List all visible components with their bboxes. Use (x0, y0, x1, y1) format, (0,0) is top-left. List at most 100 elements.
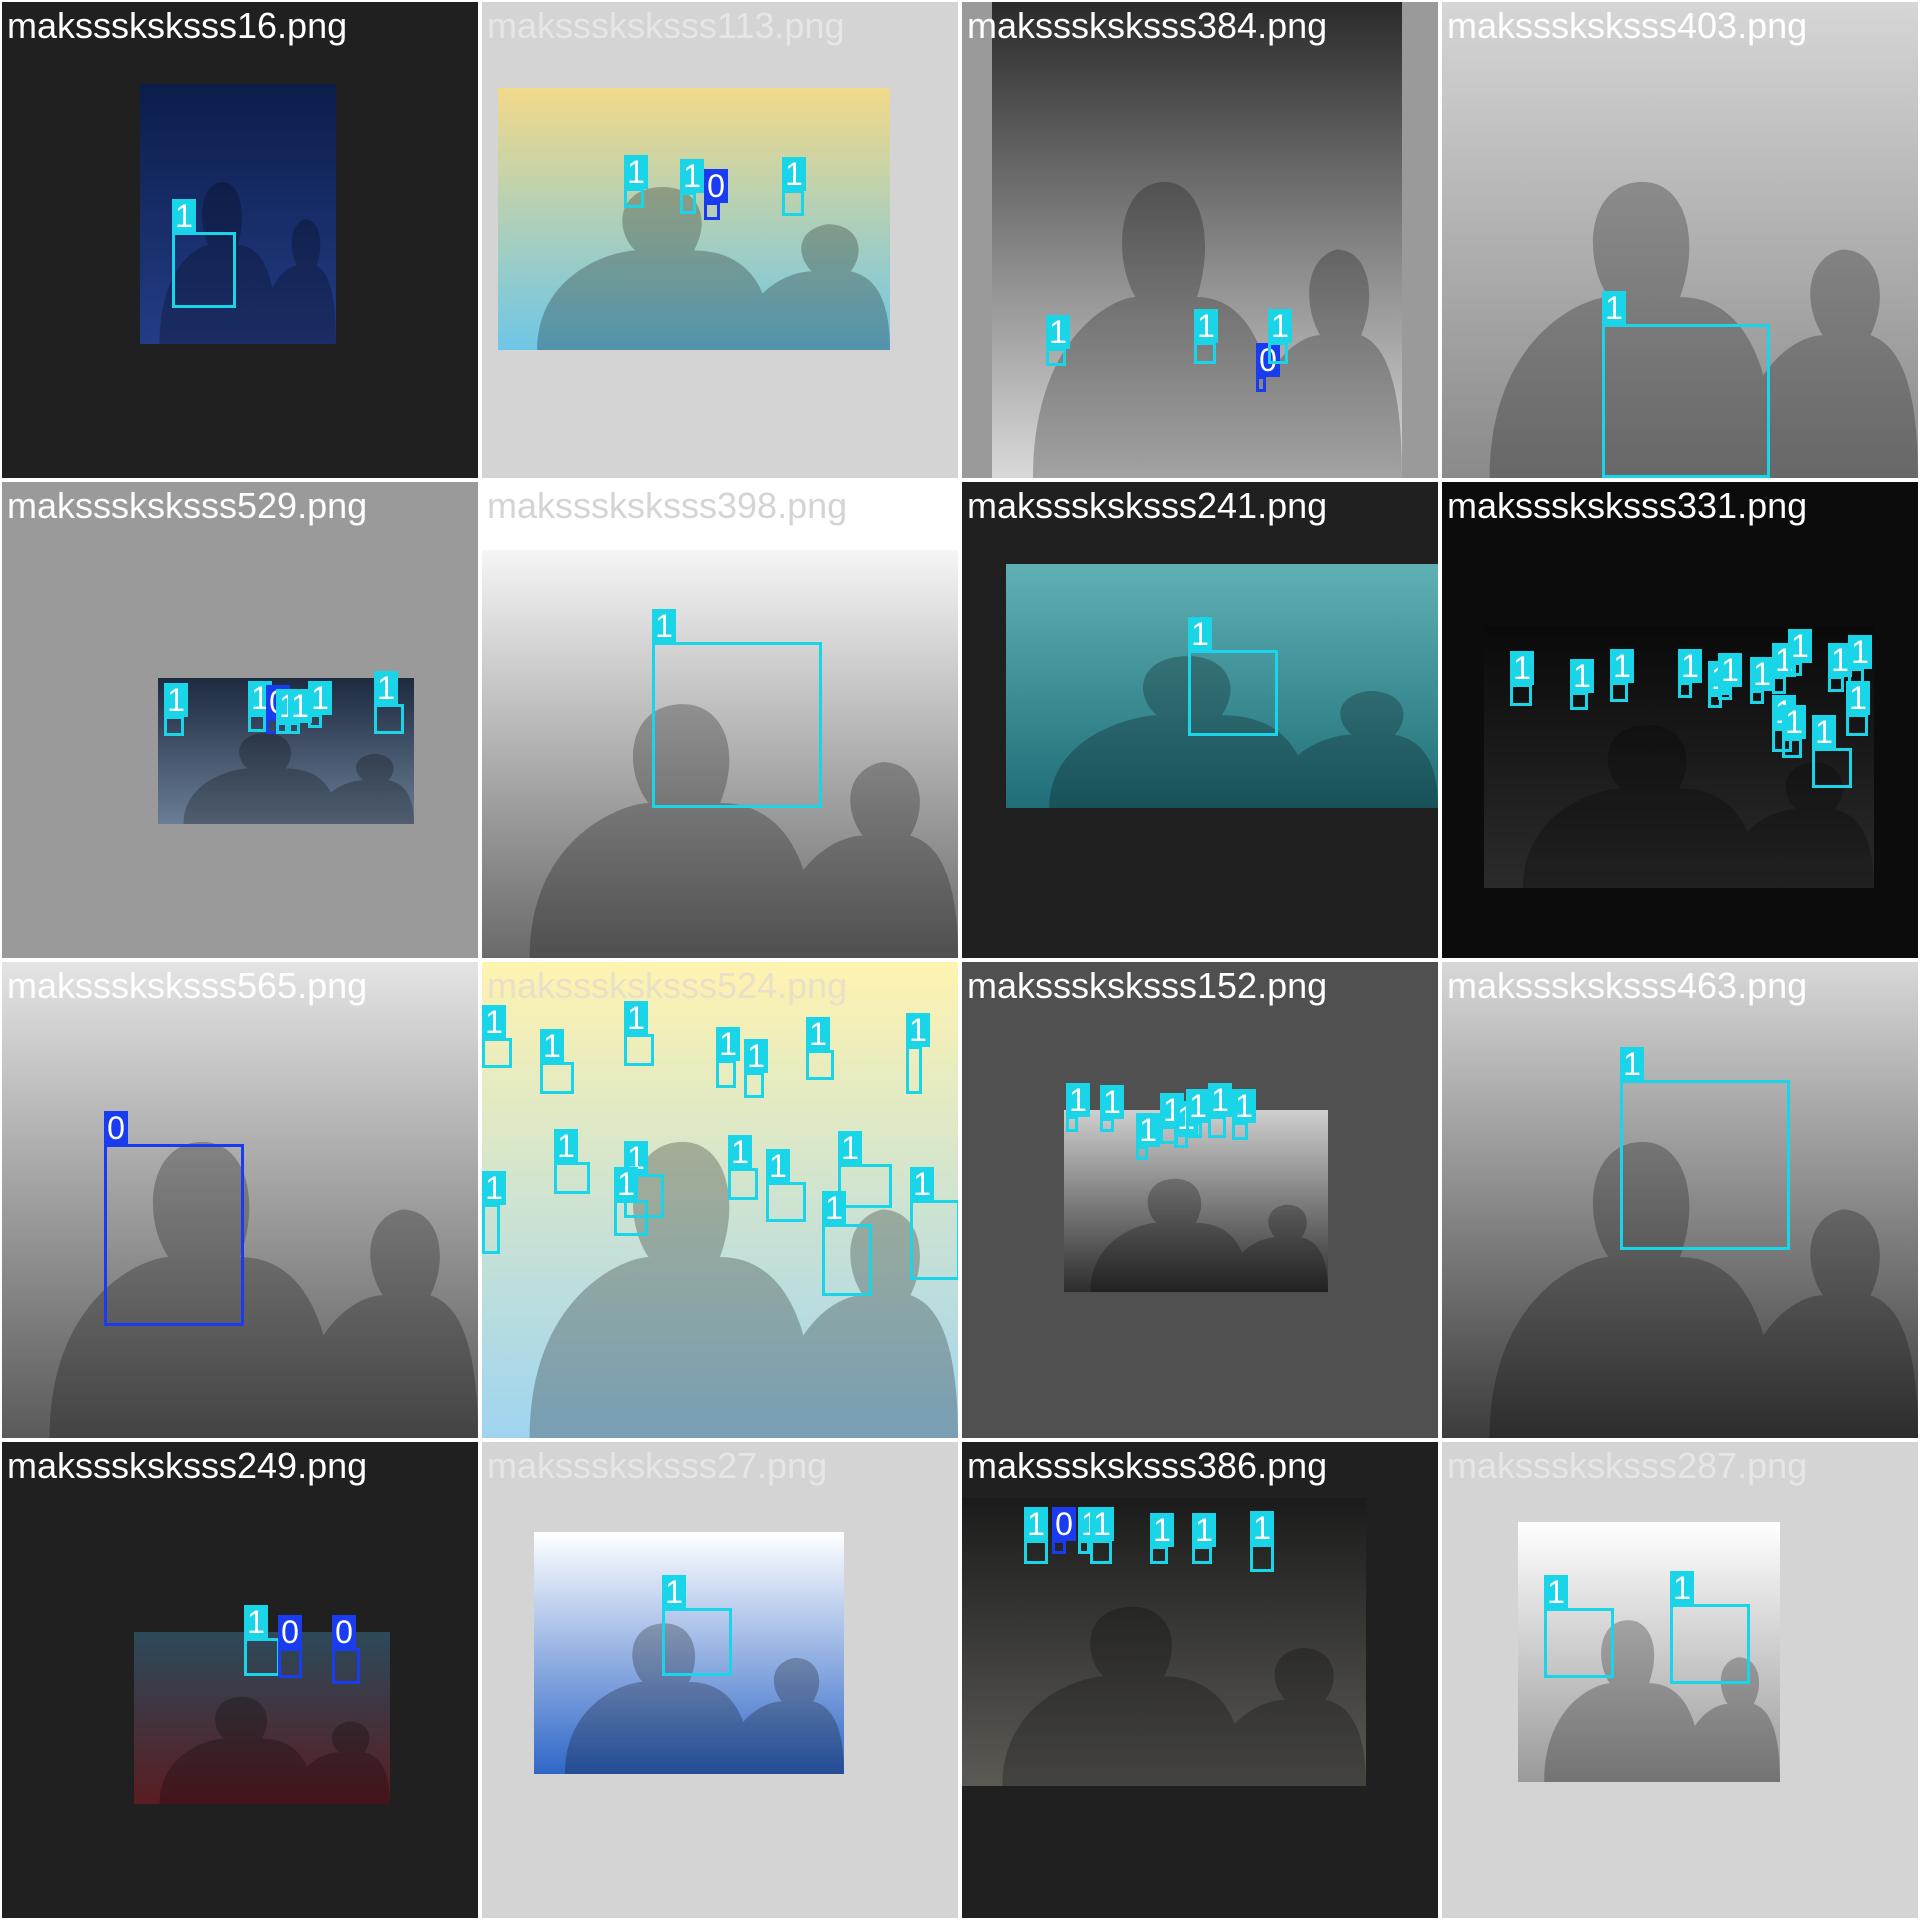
mask-detection-box: 1 (244, 1605, 280, 1676)
class-label: 1 (1848, 635, 1872, 669)
mask-detection-box: 1 (662, 1575, 732, 1676)
class-label: 1 (910, 1167, 934, 1201)
mask-detection-box: 1 (1718, 653, 1742, 700)
image-tile[interactable]: maksssksksss529.png1101111 (2, 482, 478, 958)
image-tile[interactable]: maksssksksss331.png111111111111111 (1442, 482, 1918, 958)
class-label: 1 (1750, 657, 1774, 691)
class-label: 1 (1090, 1507, 1114, 1541)
mask-detection-box: 1 (482, 1171, 506, 1254)
mask-detection-box: 1 (164, 683, 188, 736)
image-tile[interactable]: maksssksksss524.png 1 1 1 1 1 1 1 1 1 1 1 1 1 1 1 1 (482, 962, 958, 1438)
class-label: 1 (728, 1135, 752, 1169)
mask-detection-box: 1 (1620, 1047, 1790, 1250)
mask-detection-box: 1 (540, 1029, 574, 1094)
mask-detection-box: 1 (1194, 309, 1218, 364)
image-tile[interactable]: maksssksksss27.png 1 (482, 1442, 958, 1918)
mask-detection-box: 1 (1602, 291, 1770, 478)
class-label: 1 (482, 1171, 506, 1205)
mask-detection-box: 1 (1678, 649, 1702, 698)
image-tile[interactable]: maksssksksss113.png 1 1 0 1 (482, 2, 958, 478)
no-mask-detection-box: 0 (704, 169, 728, 220)
class-label: 1 (1812, 715, 1836, 749)
mask-detection-box: 1 (1024, 1507, 1048, 1564)
class-label: 1 (1570, 659, 1594, 693)
image-tile[interactable]: maksssksksss16.png 1 (2, 2, 478, 478)
mask-detection-box: 1 (554, 1129, 590, 1194)
class-label: 1 (822, 1191, 846, 1225)
image-tile[interactable]: maksssksksss249.png 1 0 0 (2, 1442, 478, 1918)
mask-detection-box: 1 (248, 681, 272, 732)
image-tile[interactable]: maksssksksss403.png 1 (1442, 2, 1918, 478)
mask-detection-box: 1 (1188, 617, 1278, 736)
class-label: 1 (624, 155, 648, 189)
image-tile[interactable]: maksssksksss398.png 1 (482, 482, 958, 958)
mask-detection-box: 1 (1782, 705, 1806, 758)
class-label: 1 (540, 1029, 564, 1063)
mask-detection-box: 1 (1828, 643, 1852, 692)
image-filename: maksssksksss16.png (7, 5, 348, 46)
class-label: 1 (1208, 1083, 1232, 1117)
mask-detection-box: 1 (822, 1191, 872, 1296)
mask-detection-box: 1 (910, 1167, 958, 1280)
class-label: 1 (652, 609, 676, 643)
mask-detection-box: 1 (1812, 715, 1852, 788)
mask-detection-box: 1 (1186, 1089, 1210, 1138)
image-tile[interactable]: maksssksksss386.png1011111 (962, 1442, 1438, 1918)
class-label: 1 (1192, 1513, 1216, 1547)
class-label: 1 (308, 681, 332, 715)
class-label: 1 (766, 1149, 790, 1183)
class-label: 0 (104, 1111, 128, 1145)
mask-detection-box: 1 (1670, 1571, 1750, 1684)
class-label: 1 (1232, 1089, 1256, 1123)
mask-detection-box: 1 (716, 1027, 740, 1088)
mask-detection-box: 1 (1066, 1083, 1090, 1132)
photo-thumbnail (498, 88, 890, 350)
mask-detection-box: 1 (624, 1001, 654, 1066)
class-label: 1 (1024, 1507, 1048, 1541)
image-tile[interactable]: maksssksksss152.png11111111 (962, 962, 1438, 1438)
image-tile[interactable]: maksssksksss565.png 0 (2, 962, 478, 1438)
mask-detection-box: 1 (482, 1005, 512, 1068)
mask-detection-box: 1 (680, 159, 704, 214)
mask-detection-box: 1 (744, 1039, 768, 1098)
class-label: 1 (1100, 1085, 1124, 1119)
image-filename: maksssksksss384.png (967, 5, 1328, 46)
class-label: 1 (1544, 1575, 1568, 1609)
class-label: 1 (1670, 1571, 1694, 1605)
mask-detection-box: 1 (1250, 1511, 1274, 1572)
class-label: 1 (744, 1039, 768, 1073)
class-label: 1 (806, 1017, 830, 1051)
class-label: 1 (662, 1575, 686, 1609)
image-filename: maksssksksss241.png (967, 485, 1328, 526)
image-tile[interactable]: maksssksksss463.png 1 (1442, 962, 1918, 1438)
no-mask-detection-box: 0 (104, 1111, 244, 1326)
mask-detection-box: 1 (1846, 681, 1870, 736)
class-label: 1 (1678, 649, 1702, 683)
mask-detection-box: 1 (1192, 1513, 1216, 1564)
class-label: 0 (278, 1615, 302, 1649)
image-filename: maksssksksss287.png (1447, 1445, 1808, 1486)
no-mask-detection-box: 0 (1256, 343, 1280, 392)
class-label: 1 (1268, 309, 1292, 343)
mask-detection-box: 1 (906, 1013, 930, 1094)
class-label: 1 (906, 1013, 930, 1047)
class-label: 1 (164, 683, 188, 717)
mask-detection-box: 1 (1544, 1575, 1614, 1678)
mask-detection-box: 1 (308, 681, 332, 728)
image-filename: maksssksksss403.png (1447, 5, 1808, 46)
photo-thumbnail (140, 84, 336, 344)
class-label: 1 (1788, 629, 1812, 663)
class-label: 0 (332, 1615, 356, 1649)
no-mask-detection-box: 0 (1052, 1507, 1076, 1554)
mask-detection-box: 1 (766, 1149, 806, 1222)
mask-detection-box: 1 (806, 1017, 834, 1080)
class-label: 1 (1620, 1047, 1644, 1081)
class-label: 1 (1510, 651, 1534, 685)
mask-detection-box: 1 (1136, 1113, 1160, 1160)
class-label: 1 (374, 671, 398, 705)
image-tile[interactable]: maksssksksss287.png 1 1 (1442, 1442, 1918, 1918)
class-label: 1 (1150, 1513, 1174, 1547)
image-tile[interactable]: maksssksksss384.png 1 1 0 1 (962, 2, 1438, 478)
mask-detection-box: 1 (652, 609, 822, 808)
image-tile[interactable]: maksssksksss241.png 1 (962, 482, 1438, 958)
